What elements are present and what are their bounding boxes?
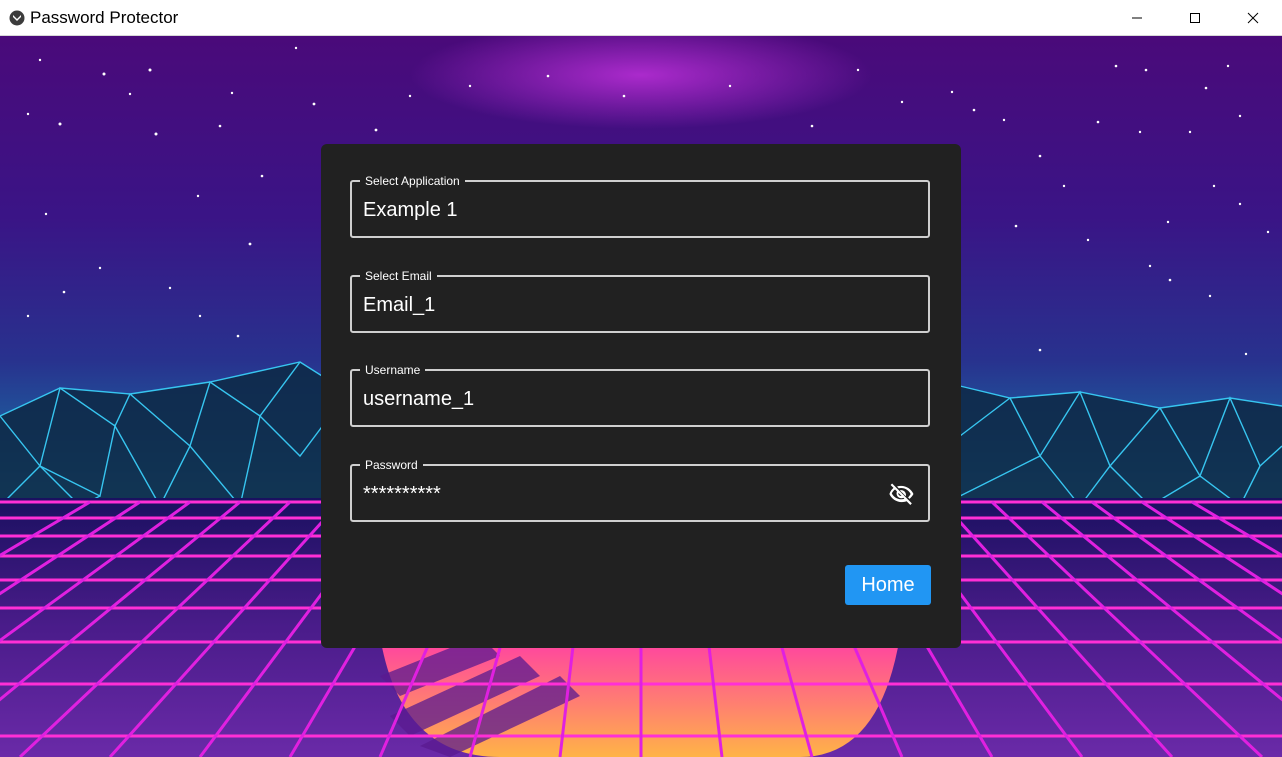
password-value: ********** [363, 483, 441, 505]
maximize-icon [1190, 13, 1200, 23]
email-label: Select Email [360, 268, 437, 284]
title-bar: Password Protector [0, 0, 1282, 36]
email-select[interactable]: Select Email Email_1 [350, 268, 930, 333]
kivy-logo-icon [9, 10, 25, 25]
window-controls [1108, 0, 1282, 36]
eye-off-icon[interactable] [888, 481, 914, 507]
password-label: Password [360, 457, 423, 473]
application-value: Example 1 [363, 199, 458, 221]
username-field[interactable]: Username username_1 [350, 362, 930, 427]
minimize-icon [1132, 17, 1142, 19]
username-label: Username [360, 362, 426, 378]
credentials-card: Select Application Example 1 Select Emai… [321, 144, 961, 648]
application-label: Select Application [360, 173, 465, 189]
home-button[interactable]: Home [845, 565, 931, 605]
close-icon [1247, 12, 1259, 24]
username-value: username_1 [363, 388, 475, 410]
application-select[interactable]: Select Application Example 1 [350, 173, 930, 238]
password-field[interactable]: Password ********** [350, 457, 930, 522]
app-window: Password Protector Select Application Ex… [0, 0, 1282, 757]
minimize-button[interactable] [1108, 0, 1166, 36]
window-title: Password Protector [30, 7, 179, 27]
email-value: Email_1 [363, 294, 436, 316]
close-button[interactable] [1224, 0, 1282, 36]
maximize-button[interactable] [1166, 0, 1224, 36]
